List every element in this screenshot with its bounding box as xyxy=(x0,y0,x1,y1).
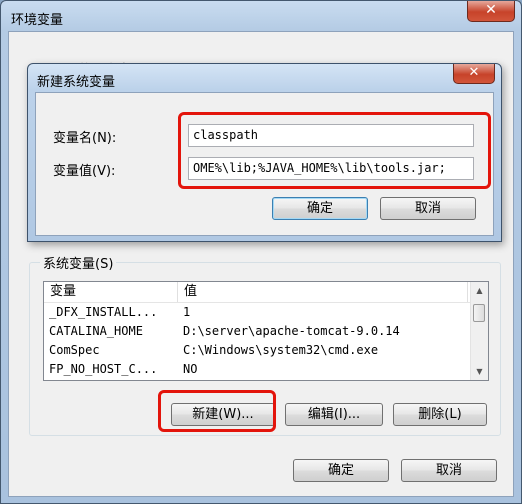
system-variables-list[interactable]: 变量 值 _DFX_INSTALL... 1 CATALINA_HOME D:\… xyxy=(43,281,489,381)
column-header-value[interactable]: 值 xyxy=(178,282,468,302)
close-icon: ✕ xyxy=(485,2,497,18)
row-variable: FP_NO_HOST_C... xyxy=(49,362,158,376)
table-row[interactable]: CATALINA_HOME D:\server\apache-tomcat-9.… xyxy=(44,322,488,341)
new-button-highlight xyxy=(158,390,276,432)
dialog-close-button[interactable]: ✕ xyxy=(453,64,495,84)
variable-value-label: 变量值(V): xyxy=(53,164,116,179)
row-variable: _DFX_INSTALL... xyxy=(49,305,158,319)
dialog-ok-button[interactable]: 确定 xyxy=(272,197,368,220)
window-title: 环境变量 xyxy=(11,13,64,28)
dialog-cancel-button[interactable]: 取消 xyxy=(380,197,476,220)
row-variable: ComSpec xyxy=(49,343,100,357)
input-fields-highlight xyxy=(178,112,491,189)
window-close-button[interactable]: ✕ xyxy=(467,1,515,22)
edit-variable-button[interactable]: 编辑(I)... xyxy=(285,403,383,426)
system-variables-label: 系统变量(S) xyxy=(40,253,117,272)
table-row[interactable]: FP_NO_HOST_C... NO xyxy=(44,360,488,379)
table-row[interactable]: _DFX_INSTALL... 1 xyxy=(44,303,488,322)
delete-variable-button[interactable]: 删除(L) xyxy=(393,403,487,426)
cancel-button[interactable]: 取消 xyxy=(401,459,497,482)
vertical-scrollbar[interactable]: ▲ ▼ xyxy=(470,282,488,380)
ok-button[interactable]: 确定 xyxy=(293,459,389,482)
variable-name-label: 变量名(N): xyxy=(53,131,117,146)
row-variable: CATALINA_HOME xyxy=(49,324,143,338)
scroll-down-icon[interactable]: ▼ xyxy=(471,363,488,380)
row-value: 1 xyxy=(183,305,191,319)
row-value: NO xyxy=(183,362,198,376)
dialog-title: 新建系统变量 xyxy=(37,75,116,90)
scroll-up-icon[interactable]: ▲ xyxy=(471,282,488,299)
close-icon: ✕ xyxy=(468,65,480,80)
row-value: C:\Windows\system32\cmd.exe xyxy=(183,343,379,357)
row-value: D:\server\apache-tomcat-9.0.14 xyxy=(183,324,400,338)
table-row[interactable]: ComSpec C:\Windows\system32\cmd.exe xyxy=(44,341,488,360)
list-header: 变量 值 xyxy=(44,282,488,303)
column-header-variable[interactable]: 变量 xyxy=(44,282,178,302)
scroll-thumb[interactable] xyxy=(473,304,485,322)
